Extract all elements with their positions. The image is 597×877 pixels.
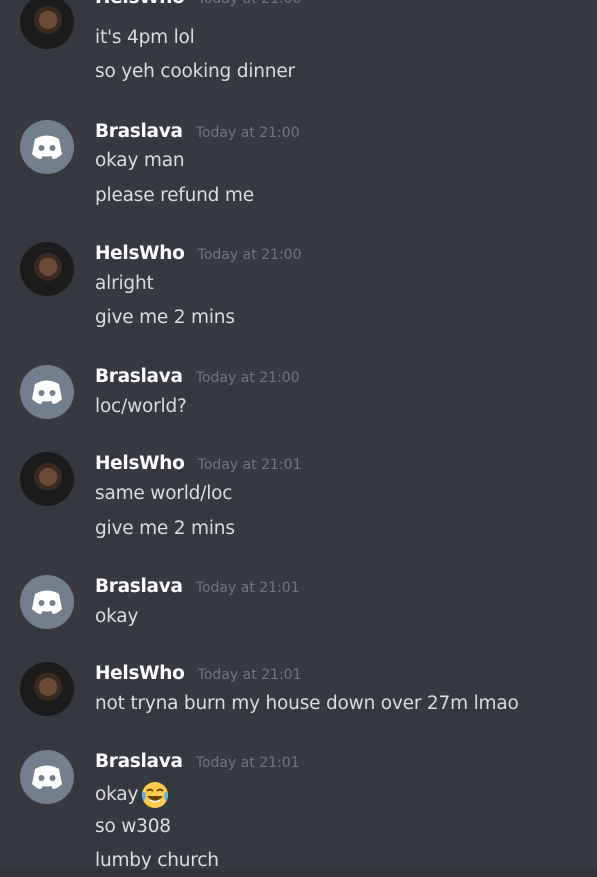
message-text: it's 4pm lol [95,27,195,48]
message-text: not tryna burn my house down over 27m lm… [95,693,519,714]
bottom-edge [0,869,597,877]
message-header: HelsWho Today at 21:01 [95,662,301,686]
timestamp: Today at 21:01 [195,755,300,771]
message-text: okay [95,606,139,627]
message-text: same world/loc [95,483,233,504]
username[interactable]: HelsWho [95,452,185,476]
message-header: HelsWho Today at 21:00 [95,242,301,266]
discord-logo-icon [32,765,62,789]
joy-emoji-icon[interactable] [140,780,170,810]
discord-logo-avatar[interactable] [20,365,74,419]
message-text: alright [95,273,154,294]
user-avatar[interactable] [20,0,74,49]
user-avatar[interactable] [20,242,74,296]
message-header: HelsWho Today at 21:01 [95,452,301,476]
message-header: Braslava Today at 21:00 [95,120,300,144]
message-text: so yeh cooking dinner [95,61,295,82]
message-text: give me 2 mins [95,518,235,539]
discord-logo-icon [32,135,62,159]
discord-logo-icon [32,380,62,404]
chat-message-list[interactable]: HelsWho Today at 21:00 it's 4pm lol so y… [0,0,597,877]
username[interactable]: Braslava [95,750,183,774]
username[interactable]: Braslava [95,575,183,599]
message-text: please refund me [95,185,254,206]
discord-logo-icon [32,590,62,614]
message-header: Braslava Today at 21:01 [95,750,300,774]
timestamp: Today at 21:00 [198,0,302,11]
timestamp: Today at 21:01 [197,457,302,473]
timestamp: Today at 21:00 [195,125,300,141]
message-header: Braslava Today at 21:00 [95,365,300,389]
message-text: so w308 [95,816,171,837]
username[interactable]: HelsWho [95,0,185,10]
timestamp: Today at 21:00 [195,370,300,386]
user-avatar[interactable] [20,662,74,716]
username[interactable]: HelsWho [95,662,185,686]
discord-logo-avatar[interactable] [20,575,74,629]
timestamp: Today at 21:00 [197,247,302,263]
message-header: HelsWho Today at 21:00 [95,0,301,10]
discord-logo-avatar[interactable] [20,120,74,174]
username[interactable]: HelsWho [95,242,185,266]
message-text: give me 2 mins [95,307,235,328]
username[interactable]: Braslava [95,120,183,144]
timestamp: Today at 21:01 [197,667,302,683]
message-text: okay [95,780,170,810]
discord-logo-avatar[interactable] [20,750,74,804]
timestamp: Today at 21:01 [195,580,300,596]
message-text-span: okay [95,784,139,805]
message-header: Braslava Today at 21:01 [95,575,300,599]
user-avatar[interactable] [20,452,74,506]
message-text: okay man [95,150,185,171]
username[interactable]: Braslava [95,365,183,389]
message-text: loc/world? [95,396,187,417]
